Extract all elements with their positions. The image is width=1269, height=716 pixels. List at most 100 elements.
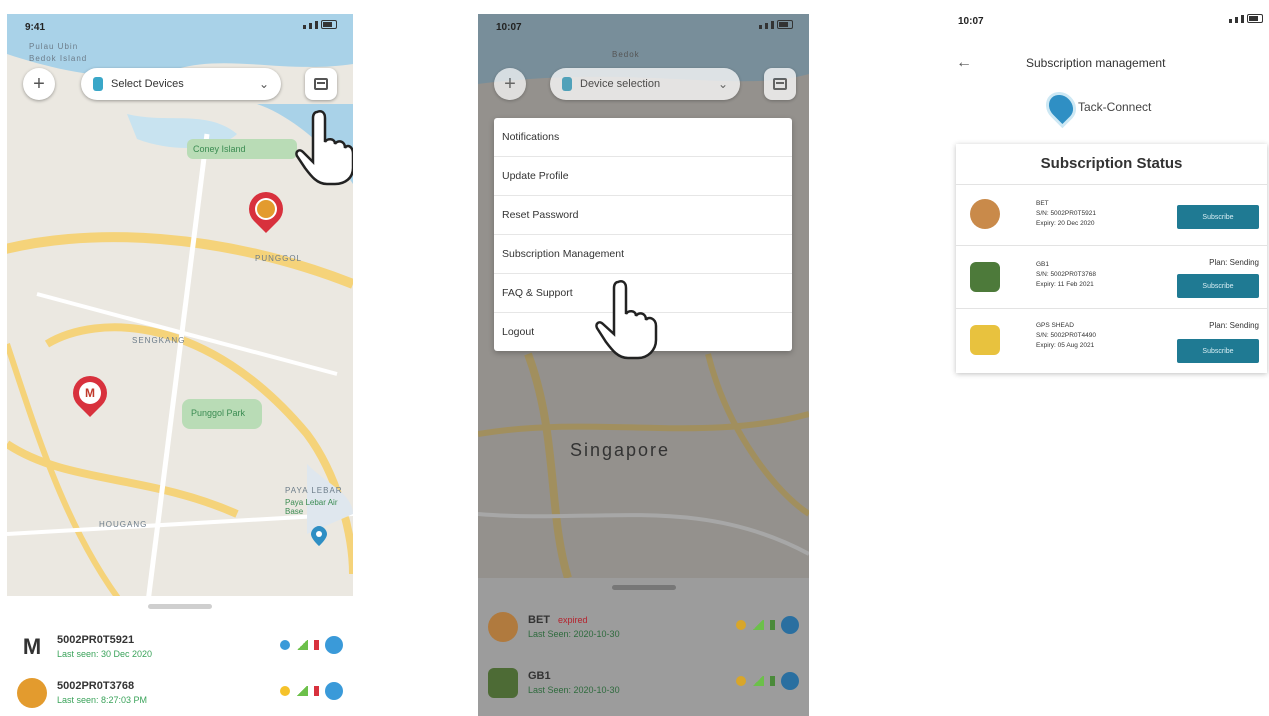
add-button[interactable]: + <box>494 68 526 100</box>
plan-label: Plan: Sending <box>1209 258 1259 267</box>
globe-icon[interactable] <box>781 616 799 634</box>
menu-item-reset-password[interactable]: Reset Password <box>494 196 792 235</box>
subscription-details: GPS SHEAD S/N: 5002PR0T4490 Expiry: 05 A… <box>1036 321 1096 351</box>
menu-item-subscription[interactable]: Subscription Management <box>494 235 792 274</box>
map-label-4: SENGKANG <box>132 336 186 345</box>
device-name: BET <box>1036 200 1049 207</box>
page-title: Subscription management <box>1026 56 1166 70</box>
park-label-3: Paya Lebar Air Base <box>285 498 338 516</box>
cheetah-avatar <box>970 325 1000 355</box>
map-city-label: Singapore <box>570 440 671 460</box>
battery-icon <box>770 620 775 630</box>
device-status-icons <box>736 672 799 690</box>
device-expiry: Expiry: 20 Dec 2020 <box>1036 220 1095 227</box>
screen-menu-open: 10:07 Bedok + Device selection ⌄ Notific… <box>478 14 809 716</box>
map-label-5: HOUGANG <box>99 520 148 529</box>
device-name: 5002PR0T5921 <box>57 634 135 646</box>
device-list-sheet[interactable]: M 5002PR0T5921 Last seen: 30 Dec 2020 50… <box>7 596 353 716</box>
status-bar: 10:07 <box>950 8 1269 34</box>
map-label-top: Bedok <box>612 50 640 59</box>
device-expired-badge: expired <box>558 615 588 625</box>
subscription-details: BET S/N: 5002PR0T5921 Expiry: 20 Dec 202… <box>1036 199 1096 229</box>
subscription-row: BET S/N: 5002PR0T5921 Expiry: 20 Dec 202… <box>956 185 1267 246</box>
card-title: Subscription Status <box>956 144 1267 185</box>
battery-icon <box>1247 14 1263 23</box>
signal-icon <box>752 676 764 686</box>
map-area[interactable]: 9:41 Pulau Ubin Bedok Island Coney Islan… <box>7 14 353 610</box>
device-row[interactable]: M 5002PR0T5921 Last seen: 30 Dec 2020 <box>7 628 353 668</box>
device-last-seen: Last Seen: 2020-10-30 <box>528 629 620 639</box>
gps-icon <box>280 686 290 696</box>
device-name: BET <box>528 614 550 626</box>
gps-icon <box>736 676 746 686</box>
menu-button[interactable] <box>764 68 796 100</box>
screen-map-view: 9:41 Pulau Ubin Bedok Island Coney Islan… <box>7 14 353 716</box>
sheet-handle[interactable] <box>612 585 676 590</box>
battery-icon <box>321 20 337 29</box>
tap-hand-icon <box>295 110 353 186</box>
device-serial: S/N: 5002PR0T3768 <box>1036 271 1096 278</box>
device-status-icons <box>280 636 343 654</box>
device-last-seen: Last seen: 30 Dec 2020 <box>57 649 153 659</box>
park-label-2: Punggol Park <box>191 408 246 418</box>
subscription-card: Subscription Status BET S/N: 5002PR0T592… <box>956 144 1267 373</box>
back-arrow-icon[interactable]: ← <box>956 54 972 72</box>
signal-icon <box>296 686 308 696</box>
device-icon <box>562 77 572 91</box>
bag-avatar <box>488 668 518 698</box>
sheet-handle[interactable] <box>148 604 212 609</box>
subscribe-button[interactable]: Subscribe <box>1177 339 1259 363</box>
location-marker-icon <box>311 526 327 546</box>
device-name: GB1 <box>528 670 551 682</box>
device-expiry: Expiry: 05 Aug 2021 <box>1036 342 1095 349</box>
battery-low-icon <box>314 640 319 650</box>
device-row[interactable]: GB1 Last Seen: 2020-10-30 <box>478 664 809 704</box>
battery-icon <box>770 676 775 686</box>
chevron-down-icon: ⌄ <box>717 77 728 91</box>
add-button[interactable]: + <box>23 68 55 100</box>
device-dropdown[interactable]: Select Devices ⌄ <box>81 68 281 100</box>
brand-logo: Tack-Connect <box>1044 90 1152 124</box>
device-dropdown[interactable]: Device selection ⌄ <box>550 68 740 100</box>
globe-icon[interactable] <box>325 636 343 654</box>
subscription-row: GPS SHEAD S/N: 5002PR0T4490 Expiry: 05 A… <box>956 309 1267 373</box>
battery-icon <box>777 20 793 29</box>
status-time: 10:07 <box>496 22 522 33</box>
location-pin-logo-icon <box>1044 90 1078 124</box>
device-expiry: Expiry: 11 Feb 2021 <box>1036 281 1094 288</box>
subscription-details: GB1 S/N: 5002PR0T3768 Expiry: 11 Feb 202… <box>1036 260 1096 290</box>
device-name: GPS SHEAD <box>1036 322 1074 329</box>
pet-avatar <box>970 199 1000 229</box>
device-list-sheet[interactable]: BET expired Last Seen: 2020-10-30 GB1 La… <box>478 578 809 716</box>
globe-icon[interactable] <box>325 682 343 700</box>
signal-icon <box>752 620 764 630</box>
menu-item-notifications[interactable]: Notifications <box>494 118 792 157</box>
device-serial: S/N: 5002PR0T5921 <box>1036 210 1096 217</box>
status-icons <box>1229 14 1263 23</box>
menu-icon <box>773 78 787 90</box>
map-label-2: Bedok Island <box>29 54 88 63</box>
menu-item-update-profile[interactable]: Update Profile <box>494 157 792 196</box>
menu-button[interactable] <box>305 68 337 100</box>
bag-avatar <box>970 262 1000 292</box>
subscribe-button[interactable]: Subscribe <box>1177 205 1259 229</box>
brand-name: Tack-Connect <box>1078 100 1152 114</box>
m-logo-icon: M <box>79 382 101 404</box>
subscribe-button[interactable]: Subscribe <box>1177 274 1259 298</box>
status-icons <box>759 20 793 29</box>
device-row[interactable]: BET expired Last Seen: 2020-10-30 <box>478 608 809 648</box>
signal-icon <box>296 640 308 650</box>
globe-icon[interactable] <box>781 672 799 690</box>
gps-icon <box>280 640 290 650</box>
pet-avatar <box>488 612 518 642</box>
screen-subscription: 10:07 ← Subscription management Tack-Con… <box>950 8 1269 408</box>
status-time: 10:07 <box>958 16 984 27</box>
device-name: 5002PR0T3768 <box>57 680 135 692</box>
device-status-icons <box>280 682 343 700</box>
status-bar: 9:41 <box>7 14 353 40</box>
map-label-6: PAYA LEBAR <box>285 486 343 495</box>
pet-face-icon <box>257 200 275 218</box>
map-label-1: Pulau Ubin <box>29 42 79 51</box>
device-row[interactable]: 5002PR0T3768 Last seen: 8:27:03 PM <box>7 674 353 714</box>
subscription-row: GB1 S/N: 5002PR0T3768 Expiry: 11 Feb 202… <box>956 246 1267 309</box>
